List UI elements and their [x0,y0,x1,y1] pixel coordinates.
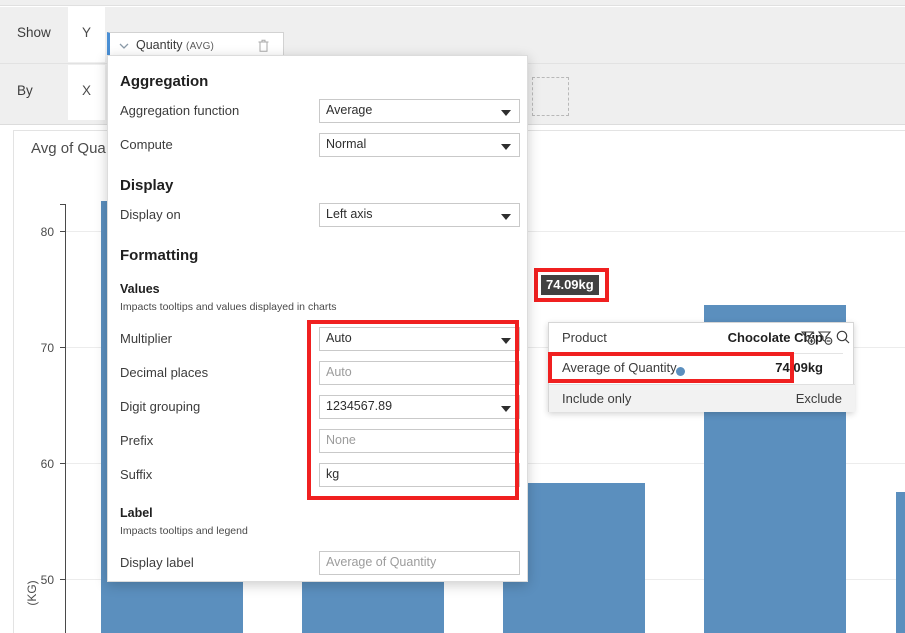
decimal-places-label: Decimal places [120,365,209,380]
y-axis-letter: Y [81,25,91,40]
trash-icon[interactable] [257,39,270,53]
prefix-label: Prefix [120,433,154,448]
digit-grouping-select[interactable]: 1234567.89 [319,395,520,419]
chevron-down-icon[interactable] [119,41,129,51]
show-label: Show [17,25,51,40]
bar-5[interactable] [896,492,905,633]
aggregation-function-select[interactable]: Average [319,99,520,123]
formatting-section-title: Formatting [120,247,199,264]
display-label-placeholder: Average of Quantity [326,555,437,569]
include-only-button[interactable]: Include only [562,391,631,406]
tooltip-footer: Include only Exclude [549,384,855,412]
prefix-input[interactable]: None [319,429,520,453]
y-tick-label-60: 60 [40,457,54,471]
y-axis-title: (KG) [25,580,39,606]
y-axis-line [65,204,66,633]
decimal-places-placeholder: Auto [326,365,352,379]
values-subsection-note: Impacts tooltips and values displayed in… [120,301,337,313]
y-axis-tick-60 [60,463,66,464]
screen-root: Show Y Quantity (AVG) By X Avg of Qua 80… [0,0,905,633]
aggregation-section-title: Aggregation [120,73,209,90]
tooltip-product-row: Product Chocolate Chip [549,323,855,353]
decimal-places-input[interactable]: Auto [319,361,520,385]
display-section-title: Display [120,177,174,194]
y-field-label: Quantity (AVG) [136,38,215,52]
y-tick-label-70: 70 [40,341,54,355]
display-label-input[interactable]: Average of Quantity [319,551,520,575]
y-axis-chip: Y [68,7,105,62]
prefix-placeholder: None [326,433,356,447]
y-axis-tick-80 [60,231,66,232]
chevron-down-icon [501,406,511,412]
suffix-input[interactable]: kg [319,463,520,487]
top-strip [0,0,905,6]
values-subsection-title: Values [120,282,160,296]
x-axis-letter: X [81,83,91,98]
y-axis-tick-70 [60,347,66,348]
compute-select[interactable]: Normal [319,133,520,157]
by-label: By [17,83,33,98]
tooltip-measure-row: Average of Quantity 74.09kg [549,353,855,383]
aggregation-function-label: Aggregation function [120,103,240,118]
label-subsection-title: Label [120,506,153,520]
search-icon [836,330,850,344]
y-axis-tick-top [60,204,66,205]
x-axis-chip: X [68,65,105,120]
label-subsection-note: Impacts tooltips and legend [120,525,248,537]
suffix-label: Suffix [120,467,153,482]
display-on-select[interactable]: Left axis [319,203,520,227]
show-row: Show Y Quantity (AVG) [0,7,905,62]
filter-include-icon [801,331,816,345]
exclude-button[interactable]: Exclude [796,391,842,406]
multiplier-label: Multiplier [120,331,173,346]
measure-settings-popover: Aggregation Aggregation function Average… [107,55,528,582]
y-axis-tick-50 [60,579,66,580]
bar-value-badge: 74.09kg [541,275,599,295]
tooltip-measure-value: 74.09kg [775,360,823,375]
aggregation-function-value: Average [326,103,373,117]
y-tick-label-80: 80 [40,225,54,239]
tooltip-measure-key: Average of Quantity [562,360,677,375]
drop-zone[interactable] [532,77,569,116]
multiplier-value: Auto [326,331,352,345]
chevron-down-icon [501,338,511,344]
filter-exclude-icon [817,331,833,345]
tooltip-product-key: Product [562,330,607,345]
compute-value: Normal [326,137,367,151]
display-on-value: Left axis [326,207,373,221]
chevron-down-icon [501,110,511,116]
data-point-tooltip: Product Chocolate Chip Average of Quanti… [548,322,855,412]
display-on-label: Display on [120,207,181,222]
compute-label: Compute [120,137,173,152]
suffix-value: kg [326,467,340,481]
digit-grouping-value: 1234567.89 [326,399,393,413]
chevron-down-icon [501,144,511,150]
display-label-label: Display label [120,555,194,570]
multiplier-select[interactable]: Auto [319,327,520,351]
tooltip-action-icons [801,329,851,347]
series-color-dot [676,367,685,376]
chevron-down-icon [501,214,511,220]
digit-grouping-label: Digit grouping [120,399,201,414]
